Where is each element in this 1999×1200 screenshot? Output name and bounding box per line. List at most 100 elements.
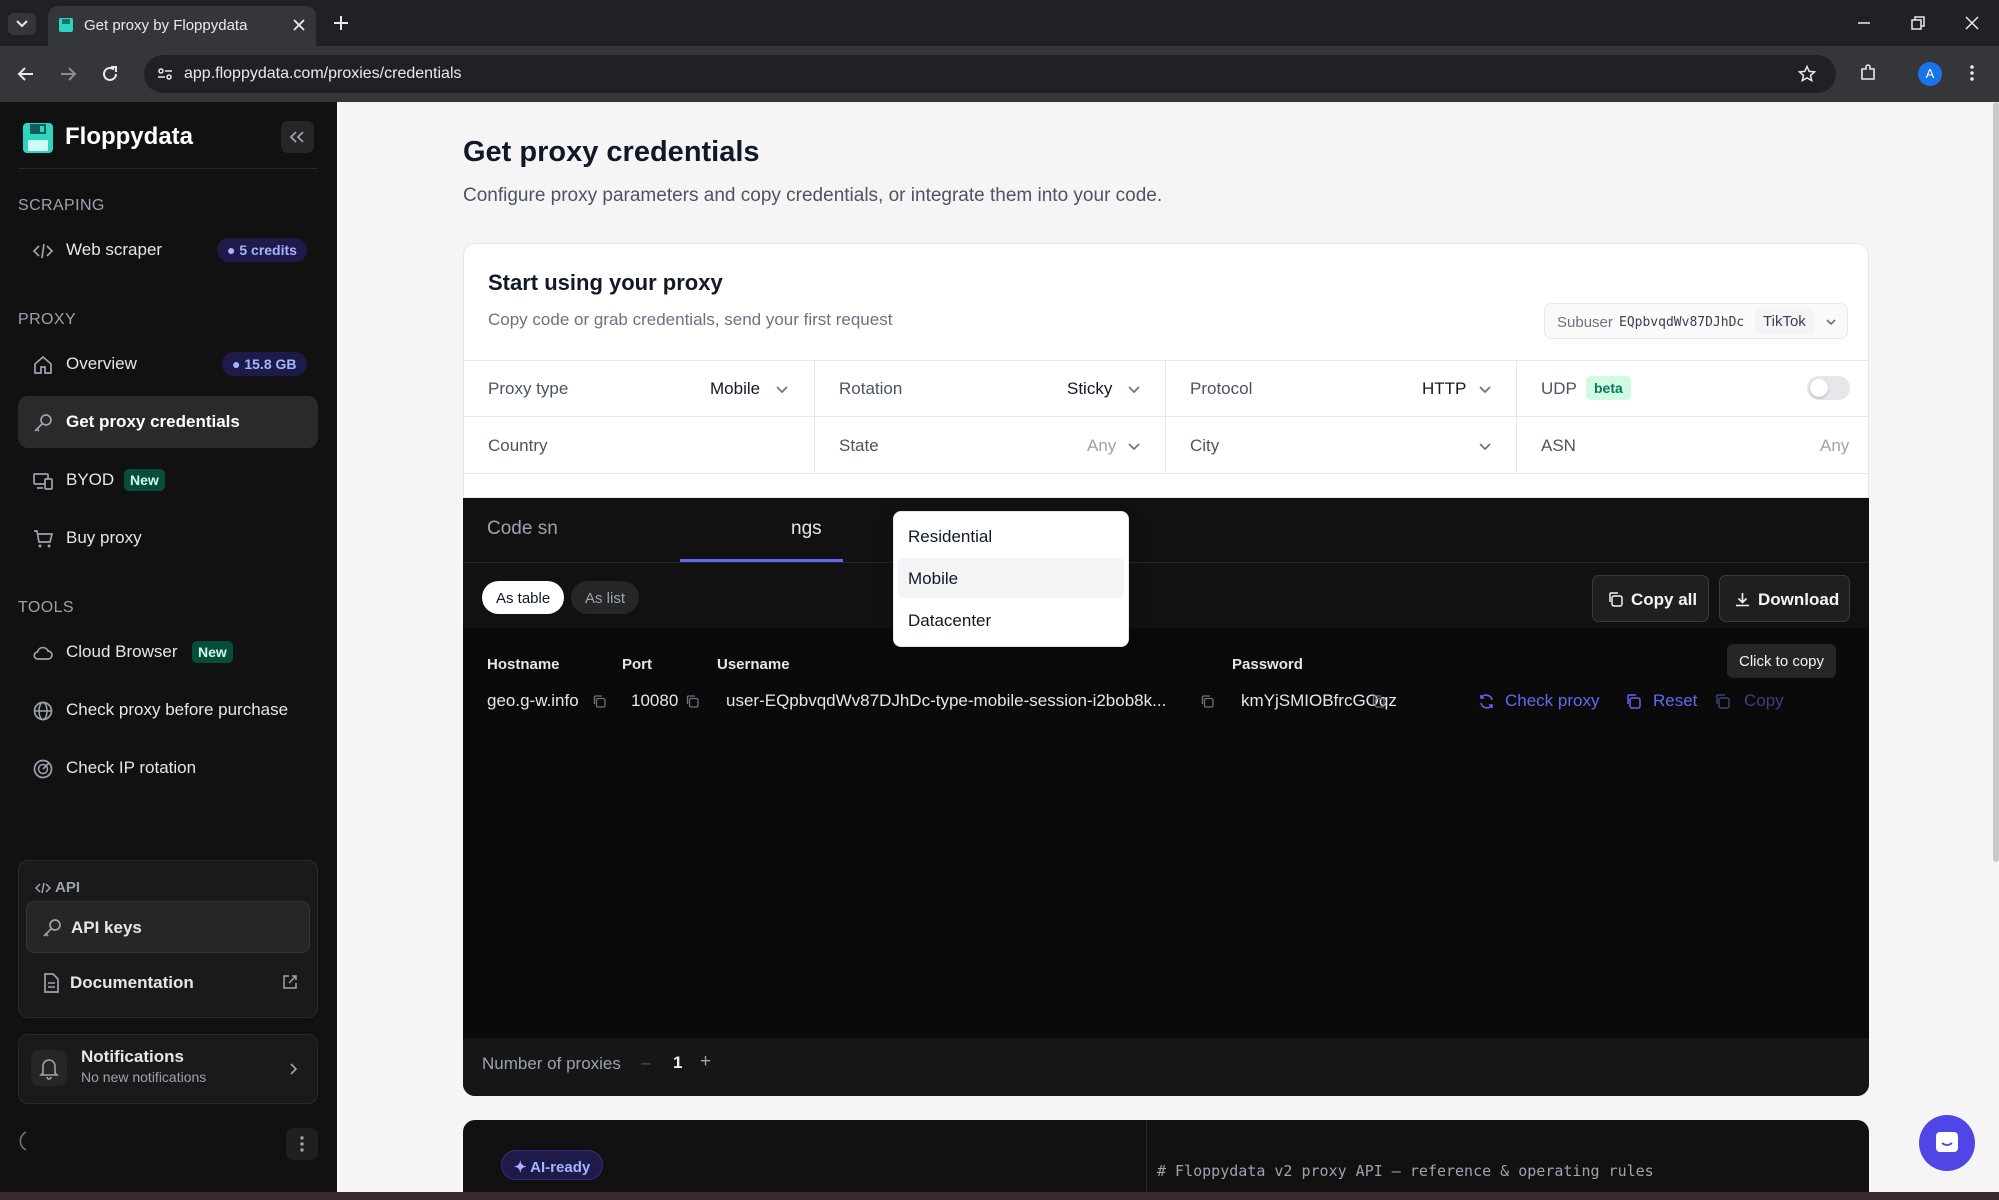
code-icon xyxy=(35,881,51,895)
download-button[interactable]: Download xyxy=(1719,575,1850,622)
rotation-select[interactable]: Rotation Sticky xyxy=(815,360,1165,416)
globe-icon xyxy=(32,700,54,722)
sidebar-item-web-scraper[interactable]: Web scraper ● 5 credits xyxy=(18,224,318,276)
beta-badge: beta xyxy=(1586,376,1631,400)
field-value: Any xyxy=(1820,436,1850,455)
tab-settings[interactable]: ngs xyxy=(791,518,822,540)
decrement-button[interactable]: – xyxy=(641,1053,650,1073)
sidebar-item-get-proxy-credentials[interactable]: Get proxy credentials xyxy=(18,396,318,448)
minimize-icon[interactable] xyxy=(1856,15,1872,31)
protocol-select[interactable]: Protocol HTTP xyxy=(1166,360,1516,416)
field-value: HTTP xyxy=(1422,379,1467,398)
dropdown-option-mobile[interactable]: Mobile xyxy=(898,558,1124,598)
section-label-proxy: PROXY xyxy=(18,311,77,328)
divider xyxy=(464,473,1868,474)
field-label: Protocol xyxy=(1190,379,1253,398)
browser-tab[interactable]: Get proxy by Floppydata xyxy=(48,6,316,46)
column-header-password: Password xyxy=(1232,656,1303,673)
sidebar-item-overview[interactable]: Overview ● 15.8 GB xyxy=(18,338,318,390)
copy-icon[interactable] xyxy=(685,694,700,709)
username-value[interactable]: user-EQpbvqdWv87DJhDc-type-mobile-sessio… xyxy=(726,691,1166,711)
tab-list-chevron-icon[interactable] xyxy=(8,13,36,35)
country-select[interactable]: Country xyxy=(464,417,814,473)
new-tab-icon[interactable] xyxy=(332,14,350,32)
tab-code-snippets[interactable]: Code sn xyxy=(487,518,558,540)
proxies-count-value[interactable]: 1 xyxy=(673,1053,682,1073)
sidebar-item-cloud-browser[interactable]: Cloud Browser New xyxy=(18,626,318,678)
section-label-scraping: SCRAPING xyxy=(18,197,105,214)
proxy-settings-card: Start using your proxy Copy code or grab… xyxy=(463,243,1869,498)
site-info-icon[interactable] xyxy=(156,65,174,83)
browser-menu-icon[interactable] xyxy=(1964,63,1980,83)
copy-button[interactable]: Copy xyxy=(1714,690,1794,714)
sidebar-item-label: Buy proxy xyxy=(66,528,142,547)
copy-icon[interactable] xyxy=(1200,694,1215,709)
subuser-select[interactable]: Subuser EQpbvqdWv87DJhDc TikTok xyxy=(1544,303,1848,339)
sidebar-item-documentation[interactable]: Documentation xyxy=(26,957,310,1009)
sidebar-item-byod[interactable]: BYOD New xyxy=(18,454,318,506)
radar-icon xyxy=(32,758,54,780)
profile-avatar[interactable]: A xyxy=(1918,62,1942,86)
copy-icon[interactable] xyxy=(1371,694,1386,709)
sidebar-item-check-proxy[interactable]: Check proxy before purchase xyxy=(18,684,318,736)
collapse-sidebar-button[interactable] xyxy=(281,121,314,153)
card-subtitle: Copy code or grab credentials, send your… xyxy=(488,310,893,329)
copy-all-button[interactable]: Copy all xyxy=(1592,575,1709,622)
chat-icon xyxy=(1934,1130,1960,1156)
code-icon xyxy=(32,240,54,262)
dropdown-option-datacenter[interactable]: Datacenter xyxy=(898,600,1124,640)
chevron-down-icon xyxy=(1127,382,1141,396)
more-options-button[interactable] xyxy=(286,1128,318,1160)
chevron-down-icon xyxy=(1478,382,1492,396)
page-scrollbar[interactable] xyxy=(1993,102,1999,862)
city-select[interactable]: City xyxy=(1166,417,1516,473)
view-as-table-button[interactable]: As table xyxy=(482,581,565,614)
sidebar-item-api-keys[interactable]: API keys xyxy=(26,901,310,953)
tab-title: Get proxy by Floppydata xyxy=(84,17,248,34)
sidebar-item-check-ip-rotation[interactable]: Check IP rotation xyxy=(18,742,318,794)
code-comment: # Floppydata v2 proxy API — reference & … xyxy=(1157,1162,1654,1180)
copy-icon xyxy=(1714,693,1731,710)
back-icon[interactable] xyxy=(16,64,36,84)
sidebar-item-label: Web scraper xyxy=(66,240,163,259)
credentials-panel: Code sn ngs As table As list Copy all Do… xyxy=(463,498,1869,1096)
bell-icon xyxy=(31,1050,67,1086)
proxy-type-select[interactable]: Proxy type Mobile xyxy=(464,360,814,416)
bookmark-star-icon[interactable] xyxy=(1798,65,1816,83)
api-label: API xyxy=(55,879,81,896)
copy-icon[interactable] xyxy=(592,694,607,709)
credentials-table: Hostname Port Username Password Click to… xyxy=(463,628,1869,1038)
sidebar-item-label: Check proxy before purchase xyxy=(66,700,289,719)
udp-toggle[interactable] xyxy=(1807,376,1850,400)
port-value[interactable]: 10080 xyxy=(631,691,678,711)
credits-badge: ● 5 credits xyxy=(217,238,307,262)
increment-button[interactable]: + xyxy=(700,1051,711,1073)
extensions-icon[interactable] xyxy=(1858,63,1878,83)
view-as-list-button[interactable]: As list xyxy=(571,581,640,614)
reset-button[interactable]: Reset xyxy=(1625,690,1705,714)
proxy-count-row: Number of proxies – 1 + xyxy=(463,1038,1869,1096)
forward-icon[interactable] xyxy=(58,64,78,84)
field-label: City xyxy=(1190,436,1220,455)
browser-tab-bar: Get proxy by Floppydata xyxy=(0,0,1999,46)
sidebar-item-label: Check IP rotation xyxy=(66,758,197,777)
ai-ready-badge: ✦ AI-ready xyxy=(501,1150,604,1180)
tab-close-icon[interactable] xyxy=(292,18,306,32)
sidebar-item-buy-proxy[interactable]: Buy proxy xyxy=(18,512,318,564)
reload-icon[interactable] xyxy=(100,64,120,84)
copy-icon xyxy=(1625,693,1642,710)
key-icon xyxy=(32,412,54,434)
hostname-value[interactable]: geo.g-w.info xyxy=(487,691,579,711)
state-select[interactable]: State Any xyxy=(815,417,1165,473)
key-icon xyxy=(41,917,63,939)
restore-icon[interactable] xyxy=(1910,15,1926,31)
close-window-icon[interactable] xyxy=(1964,15,1980,31)
address-bar[interactable]: app.floppydata.com/proxies/credentials xyxy=(144,55,1836,93)
home-icon xyxy=(32,354,54,376)
dropdown-option-residential[interactable]: Residential xyxy=(898,516,1124,556)
asn-select[interactable]: ASN Any xyxy=(1517,417,1868,473)
taskbar-strip xyxy=(0,1192,1999,1200)
notifications-panel[interactable]: Notifications No new notifications xyxy=(18,1034,318,1104)
check-proxy-button[interactable]: Check proxy xyxy=(1478,690,1608,714)
chat-support-button[interactable] xyxy=(1919,1115,1975,1171)
